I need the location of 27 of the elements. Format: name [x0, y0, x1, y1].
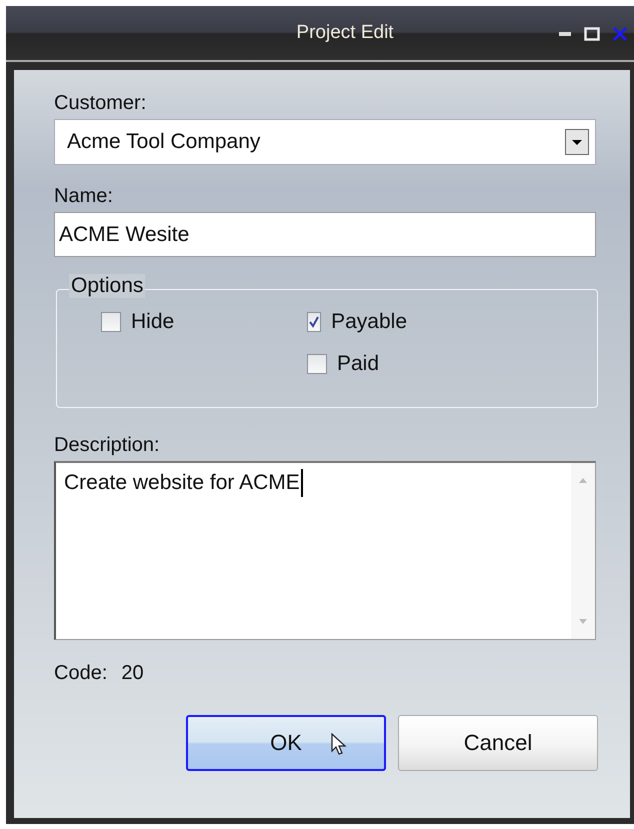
- dialog-button[interactable]: Cancel: [398, 715, 598, 771]
- mouse-pointer-icon: [331, 733, 347, 757]
- dropdown-value: Acme Tool Company: [67, 130, 260, 154]
- name-field[interactable]: ACME Wesite: [54, 212, 596, 257]
- field-label: Name:: [54, 185, 114, 208]
- window-title: Project Edit: [295, 22, 394, 44]
- field-label: Customer:: [54, 92, 148, 115]
- customer-dropdown[interactable]: Acme Tool Company: [54, 119, 596, 165]
- checkbox-label: Payable: [331, 310, 407, 334]
- code-label: Code:: [54, 662, 108, 685]
- description-field[interactable]: Create website for ACME: [54, 461, 596, 640]
- field-label: Description:: [54, 434, 161, 457]
- checkbox[interactable]: [307, 354, 327, 374]
- scroll-down-icon[interactable]: [578, 619, 588, 625]
- checkbox-label: Paid: [337, 352, 380, 376]
- close-icon[interactable]: [612, 26, 628, 42]
- maximize-icon[interactable]: [584, 27, 600, 41]
- scroll-up-icon[interactable]: [578, 477, 588, 483]
- group-title: Options: [69, 274, 146, 298]
- scrollbar[interactable]: [571, 463, 595, 639]
- checkbox[interactable]: [307, 312, 322, 332]
- checkbox-label: Hide: [131, 310, 174, 334]
- minimize-icon[interactable]: [558, 31, 572, 37]
- code-value: 20: [121, 662, 144, 685]
- description-text: Create website for ACME: [64, 471, 300, 495]
- checkbox[interactable]: [101, 312, 121, 332]
- dialog-button[interactable]: OK: [186, 715, 386, 771]
